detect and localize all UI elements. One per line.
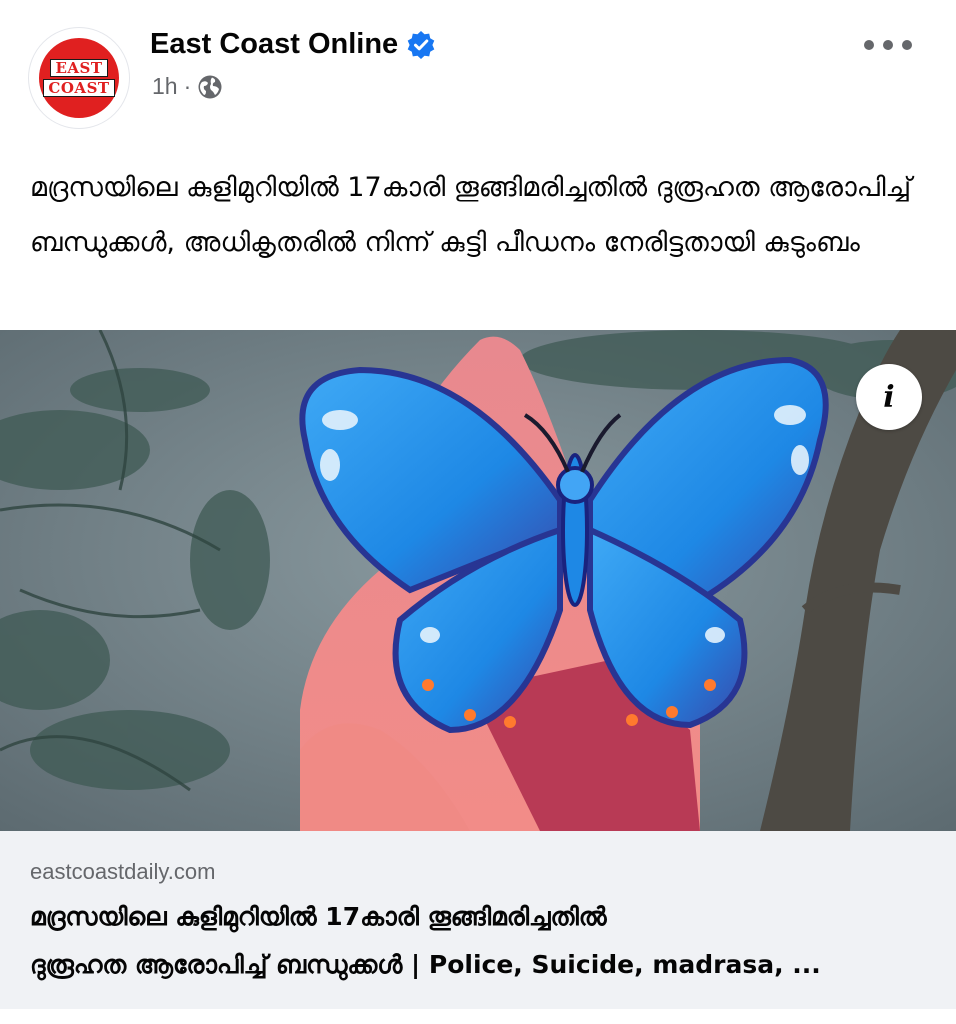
facebook-post: EAST COAST East Coast Online 1h · മദ്രസയ…: [0, 0, 956, 1024]
page-name-link[interactable]: East Coast Online: [150, 28, 436, 61]
page-name[interactable]: East Coast Online: [150, 28, 398, 61]
post-bottom-space: [0, 1009, 956, 1024]
meta-separator: ·: [183, 73, 192, 99]
logo-line-2: COAST: [43, 79, 115, 97]
info-icon[interactable]: i: [856, 364, 922, 430]
logo-line-1: EAST: [50, 59, 108, 77]
east-coast-logo: EAST COAST: [39, 38, 119, 118]
page-avatar[interactable]: EAST COAST: [28, 27, 130, 129]
globe-icon[interactable]: [197, 74, 223, 100]
post-meta: 1h ·: [152, 73, 223, 100]
link-title-line-1: മദ്രസയിലെ കുളിമുറിയിൽ 17കാരി തൂങ്ങിമരിച്…: [30, 902, 607, 931]
verified-badge-icon: [406, 30, 436, 60]
post-time[interactable]: 1h: [152, 73, 178, 100]
link-title: മദ്രസയിലെ കുളിമുറിയിൽ 17കാരി തൂങ്ങിമരിച്…: [30, 893, 930, 989]
post-caption: മദ്രസയിലെ കുളിമുറിയിൽ 17കാരി തൂങ്ങിമരിച്…: [30, 172, 912, 258]
link-domain: eastcoastdaily.com: [30, 859, 216, 884]
more-options-icon[interactable]: [864, 30, 912, 60]
link-title-line-2: ദുരൂഹത ആരോപിച്ച് ബന്ധുക്കൾ | Police, Sui…: [30, 950, 821, 979]
link-preview[interactable]: eastcoastdaily.com മദ്രസയിലെ കുളിമുറിയിൽ…: [0, 831, 956, 1009]
post-image[interactable]: [0, 330, 956, 831]
